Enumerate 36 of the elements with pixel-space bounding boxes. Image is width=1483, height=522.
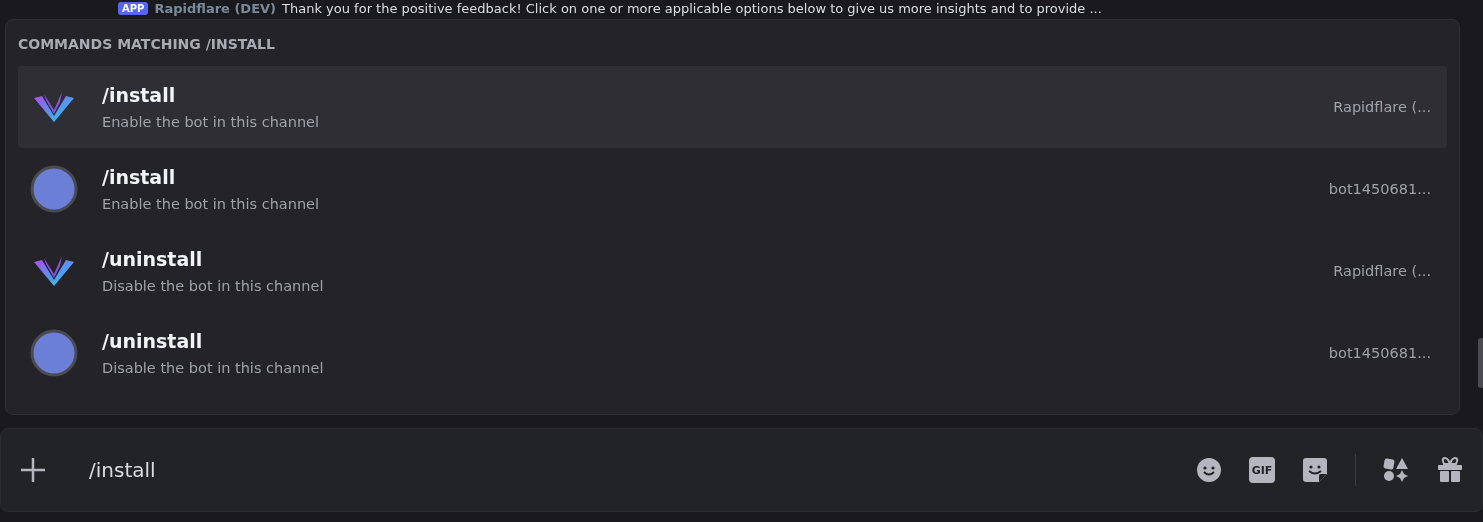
command-item[interactable]: /install Enable the bot in this channel bot1450681... — [18, 148, 1447, 230]
command-name: /install — [102, 166, 177, 188]
chevron-logo-icon — [34, 92, 74, 122]
command-item[interactable]: /uninstall Disable the bot in this channel Rapidflare (... — [18, 230, 1447, 312]
gift-icon — [1437, 457, 1463, 483]
message-text: Thank you for the positive feedback! Click on one or more applicable options below to give us more insights and to provide ... — [282, 1, 1102, 16]
command-name: /uninstall — [102, 248, 204, 270]
add-button[interactable] — [19, 456, 47, 484]
command-name: /uninstall — [102, 330, 204, 352]
gift-button[interactable] — [1436, 456, 1464, 484]
command-name: /install — [102, 84, 177, 106]
app-badge: APP — [118, 2, 149, 15]
gif-button[interactable]: GIF — [1249, 457, 1275, 483]
command-description: Disable the bot in this channel — [102, 278, 325, 294]
shapes-icon — [1383, 457, 1409, 483]
author-name: Rapidflare (DEV) — [154, 1, 277, 16]
app-name: bot1450681... — [1328, 181, 1431, 197]
plus-icon — [19, 456, 47, 484]
app-name: Rapidflare (... — [1333, 99, 1431, 115]
popup-title: COMMANDS MATCHING /INSTALL — [18, 36, 276, 52]
command-description: Enable the bot in this channel — [102, 196, 321, 212]
sticker-button[interactable] — [1301, 456, 1329, 484]
sticker-icon — [1302, 457, 1328, 483]
chevron-logo-icon — [34, 256, 74, 286]
command-item[interactable]: /uninstall Disable the bot in this channel bot1450681... — [18, 312, 1447, 394]
avatar-icon — [30, 329, 78, 377]
apps-button[interactable] — [1382, 456, 1410, 484]
command-item[interactable]: /install Enable the bot in this channel Rapidflare (... — [18, 66, 1447, 148]
emoji-button[interactable] — [1195, 456, 1223, 484]
app-name: Rapidflare (... — [1333, 263, 1431, 279]
command-description: Enable the bot in this channel — [102, 114, 321, 130]
avatar-icon — [30, 165, 78, 213]
message-input[interactable]: /install — [87, 457, 1169, 483]
app-name: bot1450681... — [1328, 345, 1431, 361]
command-description: Disable the bot in this channel — [102, 360, 325, 376]
smiley-icon — [1196, 457, 1222, 483]
